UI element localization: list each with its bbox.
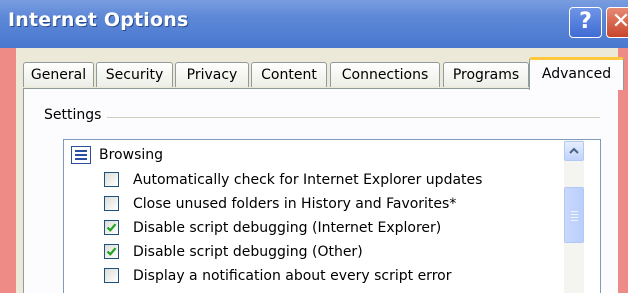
list-category-icon xyxy=(71,146,91,164)
window-title: Internet Options xyxy=(8,9,189,31)
checkmark-icon xyxy=(106,223,117,232)
tab-privacy[interactable]: Privacy xyxy=(175,62,249,87)
settings-group-divider xyxy=(44,117,600,118)
checkmark-icon xyxy=(106,247,117,256)
window-frame-left xyxy=(0,48,16,293)
chevron-up-icon xyxy=(569,147,579,154)
settings-group-label: Settings xyxy=(44,107,108,123)
tab-security[interactable]: Security xyxy=(96,62,173,87)
tab-content[interactable]: Content xyxy=(251,62,327,87)
tab-connections[interactable]: Connections xyxy=(330,62,440,87)
scrollbar-thumb[interactable] xyxy=(564,187,584,243)
checkbox-script-error-notification[interactable] xyxy=(104,268,119,283)
tab-programs[interactable]: Programs xyxy=(443,62,529,87)
tab-general[interactable]: General xyxy=(23,62,94,87)
help-button[interactable]: ? xyxy=(569,7,602,38)
close-button[interactable]: ✕ xyxy=(606,7,628,38)
option-disable-script-debugging-ie-label[interactable]: Disable script debugging (Internet Explo… xyxy=(133,216,441,240)
checkbox-auto-check-updates[interactable] xyxy=(104,172,119,187)
checkbox-disable-script-debugging-other[interactable] xyxy=(104,244,119,259)
option-script-error-notification-label[interactable]: Display a notification about every scrip… xyxy=(133,264,451,288)
category-browsing-label: Browsing xyxy=(99,147,164,163)
checkbox-disable-script-debugging-ie[interactable] xyxy=(104,220,119,235)
title-bar[interactable]: Internet Options ? ✕ xyxy=(0,0,628,48)
option-auto-check-updates-label[interactable]: Automatically check for Internet Explore… xyxy=(133,168,482,192)
tab-advanced[interactable]: Advanced xyxy=(529,57,624,90)
option-close-unused-folders-label[interactable]: Close unused folders in History and Favo… xyxy=(133,192,456,216)
internet-options-window: Internet Options ? ✕ General Security Pr… xyxy=(0,0,628,293)
scroll-up-button[interactable] xyxy=(564,141,584,161)
option-disable-script-debugging-other-label[interactable]: Disable script debugging (Other) xyxy=(133,240,363,264)
checkbox-close-unused-folders[interactable] xyxy=(104,196,119,211)
